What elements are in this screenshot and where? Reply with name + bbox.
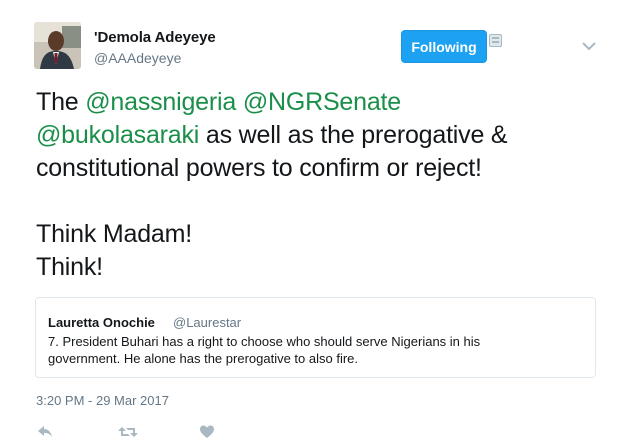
mention-ngrsenate[interactable]: @NGRSenate <box>243 88 401 116</box>
tweet-text: The @nassnigeria @NGRSenate @bukolasaraki… <box>36 86 611 284</box>
tweet-line-think-madam: Think Madam! <box>36 220 192 248</box>
mention-bukolasaraki[interactable]: @bukolasaraki <box>36 121 199 149</box>
follow-settings-icon[interactable] <box>489 34 502 47</box>
quoted-author-name: Lauretta Onochie <box>48 315 155 330</box>
avatar[interactable] <box>34 22 81 69</box>
quoted-tweet[interactable]: Lauretta Onochie @Laurestar 7. President… <box>35 297 596 378</box>
chevron-down-icon[interactable] <box>578 38 600 54</box>
mention-nassnigeria[interactable]: @nassnigeria <box>85 88 236 116</box>
heart-icon[interactable] <box>199 424 215 440</box>
tweet-timestamp[interactable]: 3:20 PM - 29 Mar 2017 <box>36 393 169 408</box>
author-display-name[interactable]: 'Demola Adeyeye <box>94 29 216 46</box>
tweet-card: 'Demola Adeyeye @AAAdeyeye Following The… <box>0 0 633 444</box>
tweet-text-prefix: The <box>36 88 86 116</box>
tweet-text-space <box>236 88 243 116</box>
tweet-line-think: Think! <box>36 253 103 281</box>
author-handle[interactable]: @AAAdeyeye <box>94 50 181 66</box>
reply-icon[interactable] <box>36 424 54 440</box>
quoted-author-handle: @Laurestar <box>173 315 242 330</box>
retweet-icon[interactable] <box>117 424 139 440</box>
quoted-tweet-text: 7. President Buhari has a right to choos… <box>48 334 481 366</box>
tweet-paragraph: The @nassnigeria @NGRSenate @bukolasaraki… <box>36 86 611 185</box>
following-button[interactable]: Following <box>401 30 487 63</box>
